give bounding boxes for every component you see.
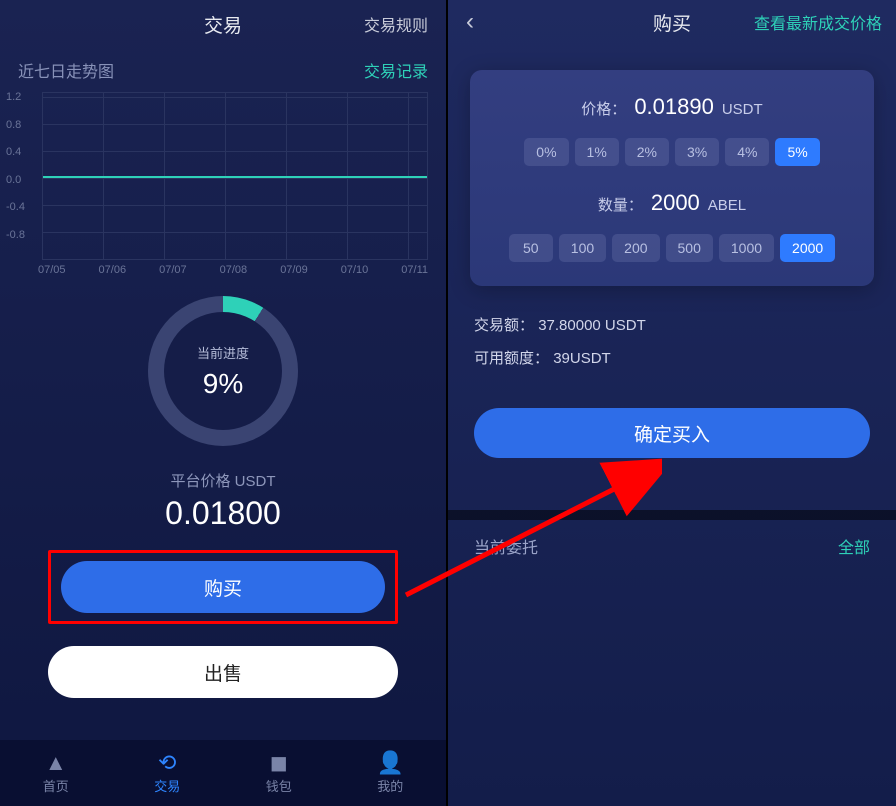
chart-section-label: 近七日走势图 xyxy=(18,58,114,82)
page-title-buy: 购买 xyxy=(653,9,691,36)
progress-ring: 当前进度 9% xyxy=(148,296,298,446)
chart-series-line xyxy=(43,176,427,178)
latest-price-link[interactable]: 查看最新成交价格 xyxy=(754,10,882,34)
amount-value: 37.80000 USDT xyxy=(538,317,646,334)
percent-chip[interactable]: 1% xyxy=(575,138,619,166)
wallet-icon: ◼ xyxy=(270,752,288,774)
quantity-chip[interactable]: 200 xyxy=(612,234,659,262)
person-icon: 👤 xyxy=(377,752,404,774)
back-icon[interactable]: ‹ xyxy=(466,8,474,36)
page-title: 交易 xyxy=(204,11,242,38)
sell-button[interactable]: 出售 xyxy=(48,646,398,698)
rules-link[interactable]: 交易规则 xyxy=(364,12,428,36)
section-divider xyxy=(448,510,896,520)
chart-y-axis: 1.2 0.8 0.4 0.0 -0.4 -0.8 xyxy=(6,92,25,257)
amount-label: 交易额： xyxy=(474,317,534,334)
price-unit: USDT xyxy=(722,101,763,118)
records-link[interactable]: 交易记录 xyxy=(364,58,428,82)
price-label: 价格： xyxy=(581,98,626,119)
percent-chip[interactable]: 5% xyxy=(775,138,819,166)
percent-chips: 0%1%2%3%4%5% xyxy=(484,138,860,166)
quantity-chip[interactable]: 50 xyxy=(509,234,553,262)
trend-chart: 1.2 0.8 0.4 0.0 -0.4 -0.8 07/05 07/06 07… xyxy=(0,92,446,276)
buy-button[interactable]: 购买 xyxy=(61,561,385,613)
quantity-chip[interactable]: 100 xyxy=(559,234,606,262)
quantity-chips: 5010020050010002000 xyxy=(484,234,860,262)
price-value: 0.01890 xyxy=(634,94,714,120)
percent-chip[interactable]: 0% xyxy=(524,138,568,166)
tab-me[interactable]: 👤 我的 xyxy=(335,740,447,806)
tab-wallet[interactable]: ◼ 钱包 xyxy=(223,740,335,806)
tab-trade[interactable]: ⟲ 交易 xyxy=(112,740,224,806)
chart-x-axis: 07/05 07/06 07/07 07/08 07/09 07/10 07/1… xyxy=(38,264,428,276)
quantity-chip[interactable]: 500 xyxy=(666,234,713,262)
confirm-buy-button[interactable]: 确定买入 xyxy=(474,408,870,458)
quantity-label: 数量： xyxy=(598,194,643,215)
annotation-highlight-box: 购买 xyxy=(48,550,398,624)
percent-chip[interactable]: 2% xyxy=(625,138,669,166)
percent-chip[interactable]: 4% xyxy=(725,138,769,166)
platform-price-label: 平台价格 USDT xyxy=(0,470,446,491)
platform-price-value: 0.01800 xyxy=(0,495,446,532)
progress-percent: 9% xyxy=(197,368,249,400)
percent-chip[interactable]: 3% xyxy=(675,138,719,166)
bottom-tabbar: ▲ 首页 ⟲ 交易 ◼ 钱包 👤 我的 xyxy=(0,740,446,806)
tab-home[interactable]: ▲ 首页 xyxy=(0,740,112,806)
progress-label: 当前进度 xyxy=(197,343,249,362)
available-label: 可用额度： xyxy=(474,350,549,367)
quantity-value: 2000 xyxy=(651,190,700,216)
available-value: 39USDT xyxy=(553,350,611,367)
order-card: 价格： 0.01890 USDT 0%1%2%3%4%5% 数量： 2000 A… xyxy=(470,70,874,286)
all-orders-link[interactable]: 全部 xyxy=(838,534,870,558)
current-orders-label: 当前委托 xyxy=(474,534,538,558)
quantity-unit: ABEL xyxy=(708,197,746,214)
quantity-chip[interactable]: 1000 xyxy=(719,234,774,262)
home-icon: ▲ xyxy=(45,752,67,774)
quantity-chip[interactable]: 2000 xyxy=(780,234,835,262)
trade-icon: ⟲ xyxy=(158,752,176,774)
